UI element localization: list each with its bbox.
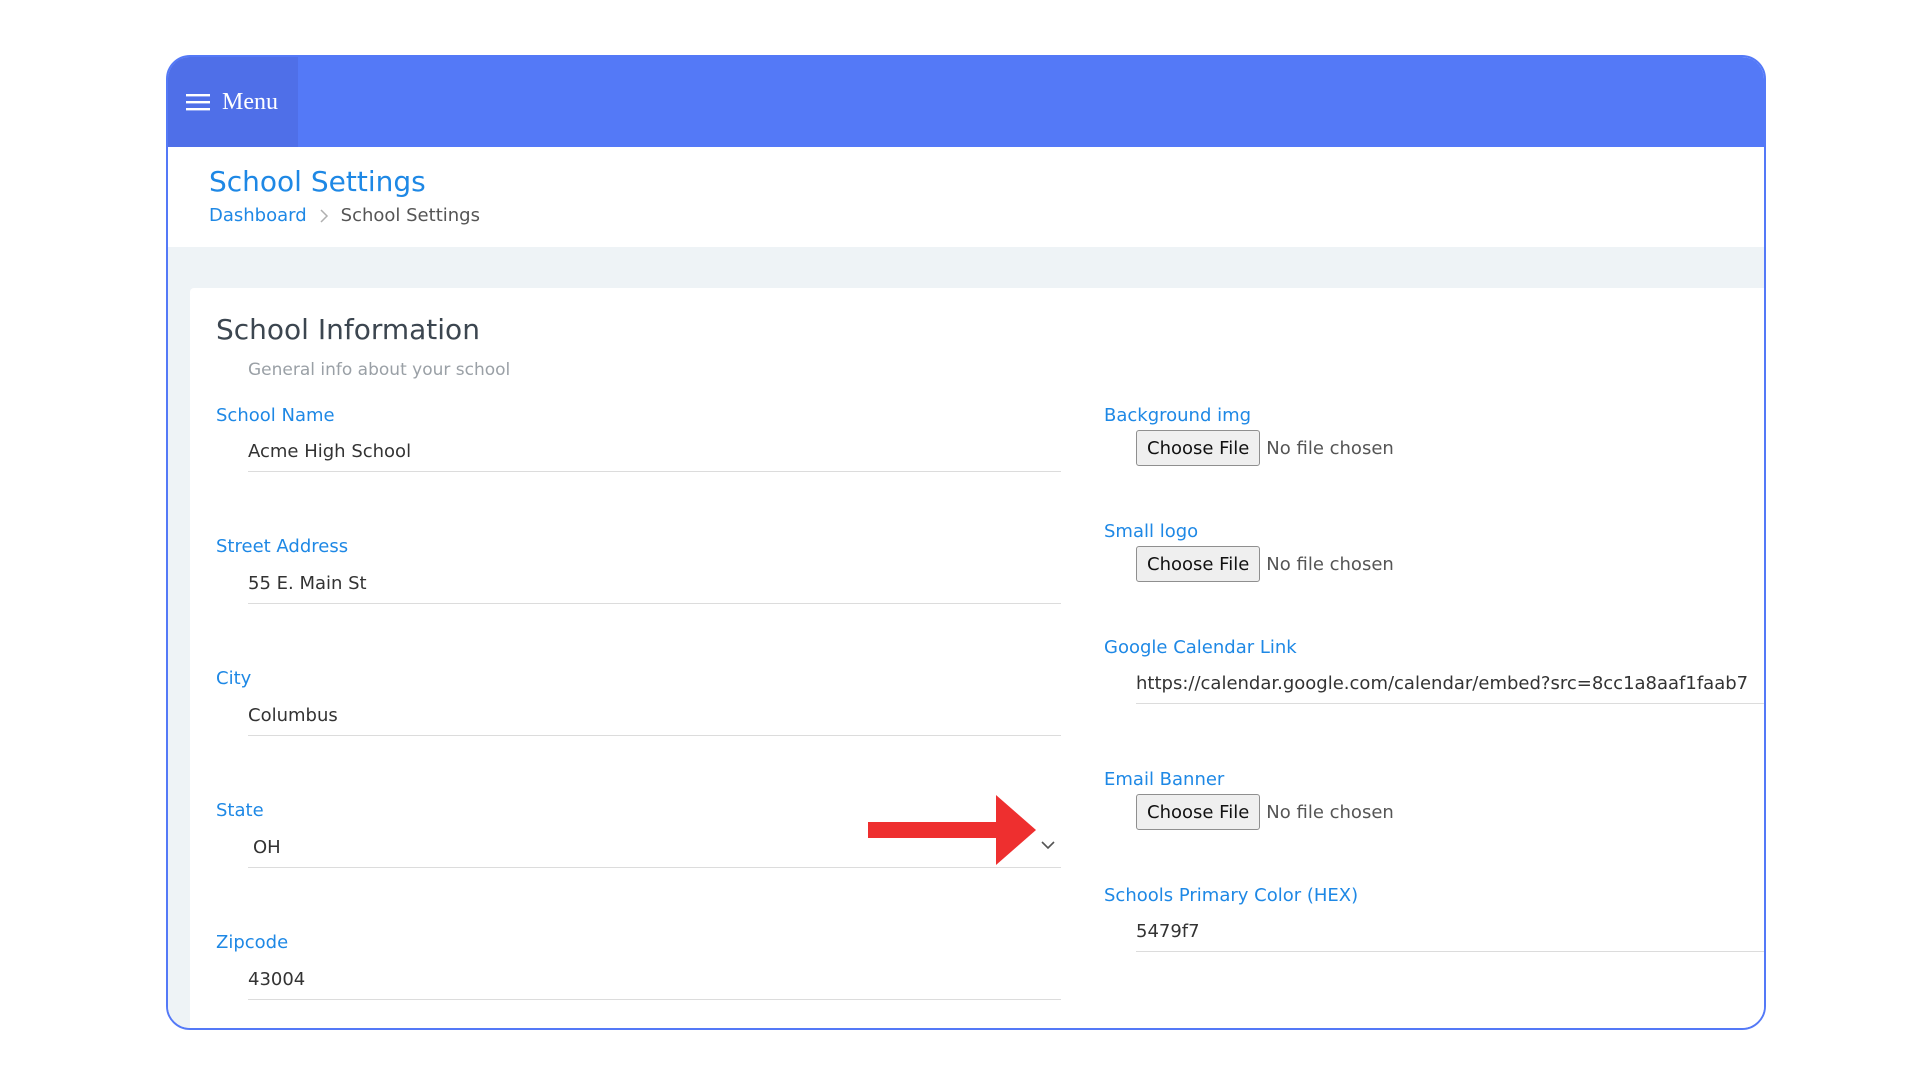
menu-label: Menu bbox=[222, 88, 278, 115]
small-logo-label: Small logo bbox=[1104, 521, 1199, 542]
school-name-label: School Name bbox=[216, 405, 335, 426]
street-address-input[interactable]: 55 E. Main St bbox=[248, 564, 1061, 604]
right-arrow-annotation bbox=[868, 795, 1036, 865]
zipcode-label: Zipcode bbox=[216, 932, 289, 953]
school-name-value: Acme High School bbox=[248, 441, 412, 462]
chevron-right-icon bbox=[319, 208, 329, 223]
school-name-input[interactable]: Acme High School bbox=[248, 432, 1061, 472]
city-label: City bbox=[216, 668, 252, 689]
email-banner-choose-file-button[interactable]: Choose File bbox=[1136, 794, 1261, 830]
card-subtitle: General info about your school bbox=[248, 360, 511, 380]
page-title: School Settings bbox=[209, 165, 426, 198]
background-img-choose-file-button[interactable]: Choose File bbox=[1136, 430, 1261, 466]
primary-color-value: 5479f7 bbox=[1136, 921, 1200, 942]
breadcrumb-dashboard-link[interactable]: Dashboard bbox=[209, 205, 307, 226]
app-window: Menu School Settings Dashboard School Se… bbox=[166, 55, 1766, 1030]
street-address-value: 55 E. Main St bbox=[248, 573, 367, 594]
email-banner-file-status: No file chosen bbox=[1266, 801, 1394, 823]
chevron-down-icon bbox=[1041, 841, 1055, 850]
zipcode-input[interactable]: 43004 bbox=[248, 960, 1061, 1000]
google-calendar-value: https://calendar.google.com/calendar/emb… bbox=[1136, 673, 1749, 694]
primary-color-label: Schools Primary Color (HEX) bbox=[1104, 885, 1359, 906]
background-img-file-status: No file chosen bbox=[1266, 437, 1394, 459]
primary-color-input[interactable]: 5479f7 bbox=[1136, 912, 1764, 952]
background-img-label: Background img bbox=[1104, 405, 1252, 426]
google-calendar-label: Google Calendar Link bbox=[1104, 637, 1297, 658]
city-input[interactable]: Columbus bbox=[248, 696, 1061, 736]
email-banner-file-input: Choose File No file chosen bbox=[1136, 794, 1394, 830]
city-value: Columbus bbox=[248, 705, 338, 726]
google-calendar-input[interactable]: https://calendar.google.com/calendar/emb… bbox=[1136, 664, 1764, 704]
zipcode-value: 43004 bbox=[248, 969, 306, 990]
background-img-file-input: Choose File No file chosen bbox=[1136, 430, 1394, 466]
small-logo-file-status: No file chosen bbox=[1266, 553, 1394, 575]
hamburger-icon bbox=[186, 94, 210, 111]
email-banner-label: Email Banner bbox=[1104, 769, 1225, 790]
menu-button[interactable]: Menu bbox=[168, 57, 298, 147]
street-address-label: Street Address bbox=[216, 536, 349, 557]
breadcrumb: Dashboard School Settings bbox=[209, 205, 480, 226]
small-logo-file-input: Choose File No file chosen bbox=[1136, 546, 1394, 582]
breadcrumb-current: School Settings bbox=[340, 205, 480, 226]
state-label: State bbox=[216, 800, 264, 821]
card-title: School Information bbox=[216, 313, 480, 346]
small-logo-choose-file-button[interactable]: Choose File bbox=[1136, 546, 1261, 582]
page-header: School Settings Dashboard School Setting… bbox=[168, 147, 1764, 247]
top-navbar: Menu bbox=[168, 57, 1764, 147]
school-information-card: School Information General info about yo… bbox=[190, 288, 1764, 1028]
